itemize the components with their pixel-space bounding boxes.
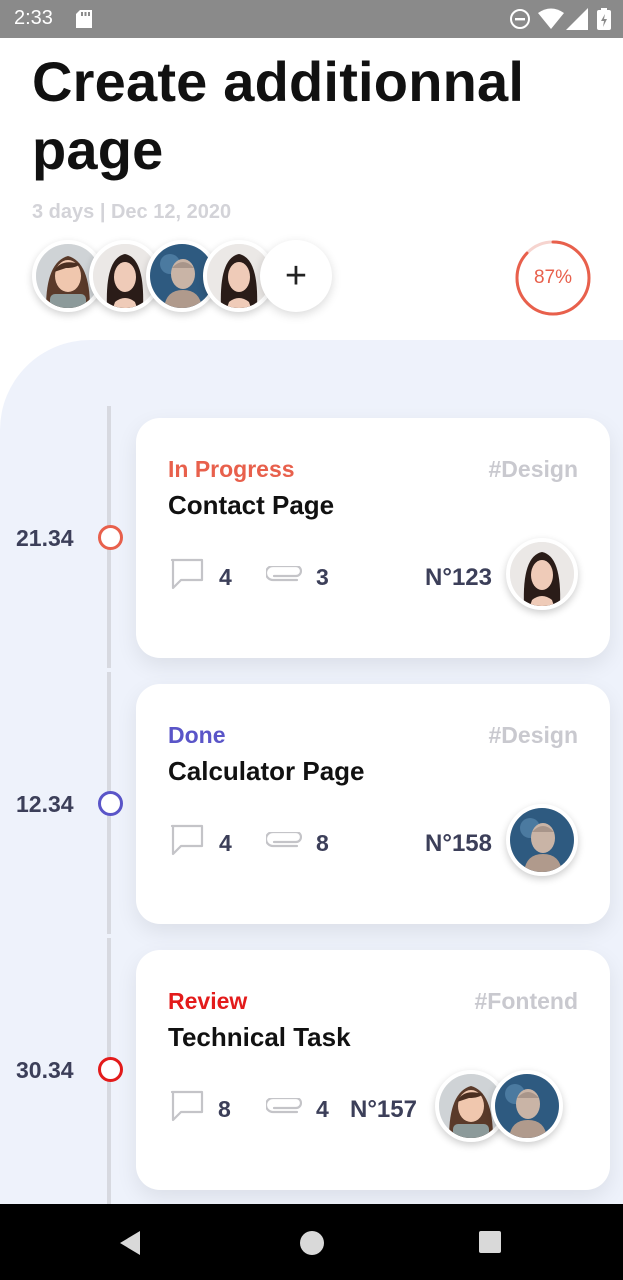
progress-ring: 87% [514, 239, 592, 317]
page-title: Create additionnal page [32, 50, 525, 181]
task-time: 12.34 [16, 791, 74, 817]
assignee-avatar[interactable] [506, 804, 578, 876]
assignee-photo [510, 808, 574, 872]
task-number: N°123 [425, 564, 492, 591]
battery-icon [597, 8, 611, 30]
page-meta: 3 days | Dec 12, 2020 [32, 201, 232, 223]
attachment-count: 8 [316, 830, 329, 856]
task-card-calculator-page[interactable]: Done #Design Calculator Page 4 8 N°158 [136, 684, 610, 924]
member-avatars: + [32, 240, 352, 314]
timeline-dot [98, 525, 123, 550]
attachment-count: 3 [316, 564, 329, 590]
attachment-count: 4 [316, 1096, 329, 1122]
comment-icon [170, 558, 204, 590]
task-number: N°158 [425, 830, 492, 857]
home-icon[interactable] [299, 1230, 325, 1256]
comment-icon [170, 824, 204, 856]
task-card-technical-task[interactable]: Review #Fontend Technical Task 8 4 N°157 [136, 950, 610, 1190]
task-number: N°157 [350, 1096, 417, 1123]
task-board: 21.34 In Progress #Design Contact Page 4… [0, 340, 623, 1210]
task-tag: #Fontend [474, 988, 579, 1014]
recents-icon[interactable] [478, 1230, 502, 1254]
comment-count: 4 [219, 564, 232, 590]
task-tag: #Design [488, 722, 578, 748]
comment-count: 8 [218, 1096, 231, 1122]
task-title: Calculator Page [168, 756, 365, 786]
add-member-button[interactable]: + [260, 240, 332, 312]
sd-card-icon [76, 10, 92, 28]
progress-label: 87% [533, 267, 573, 288]
attachment-icon [266, 1098, 302, 1114]
back-icon[interactable] [118, 1230, 142, 1256]
do-not-disturb-icon [510, 9, 530, 29]
wifi-icon [538, 8, 564, 29]
task-title: Technical Task [168, 1022, 351, 1052]
assignee-photo [495, 1074, 559, 1138]
task-card-contact-page[interactable]: In Progress #Design Contact Page 4 3 N°1… [136, 418, 610, 658]
status-bar: 2:33 [0, 0, 623, 38]
task-tag: #Design [488, 456, 578, 482]
assignee-photo [510, 542, 574, 606]
attachment-icon [266, 832, 302, 848]
attachment-icon [266, 566, 302, 582]
comment-icon [170, 1090, 204, 1122]
task-status: Done [168, 722, 226, 748]
task-time: 30.34 [16, 1057, 74, 1083]
task-status: Review [168, 988, 248, 1014]
system-nav-bar [0, 1204, 623, 1280]
timeline-dot [98, 1057, 123, 1082]
assignee-avatar[interactable] [491, 1070, 563, 1142]
timeline-dot [98, 791, 123, 816]
assignee-avatar[interactable] [506, 538, 578, 610]
comment-count: 4 [219, 830, 232, 856]
status-time: 2:33 [14, 7, 53, 29]
signal-icon [566, 8, 588, 30]
task-status: In Progress [168, 456, 295, 482]
task-title: Contact Page [168, 490, 335, 520]
task-time: 21.34 [16, 525, 74, 551]
